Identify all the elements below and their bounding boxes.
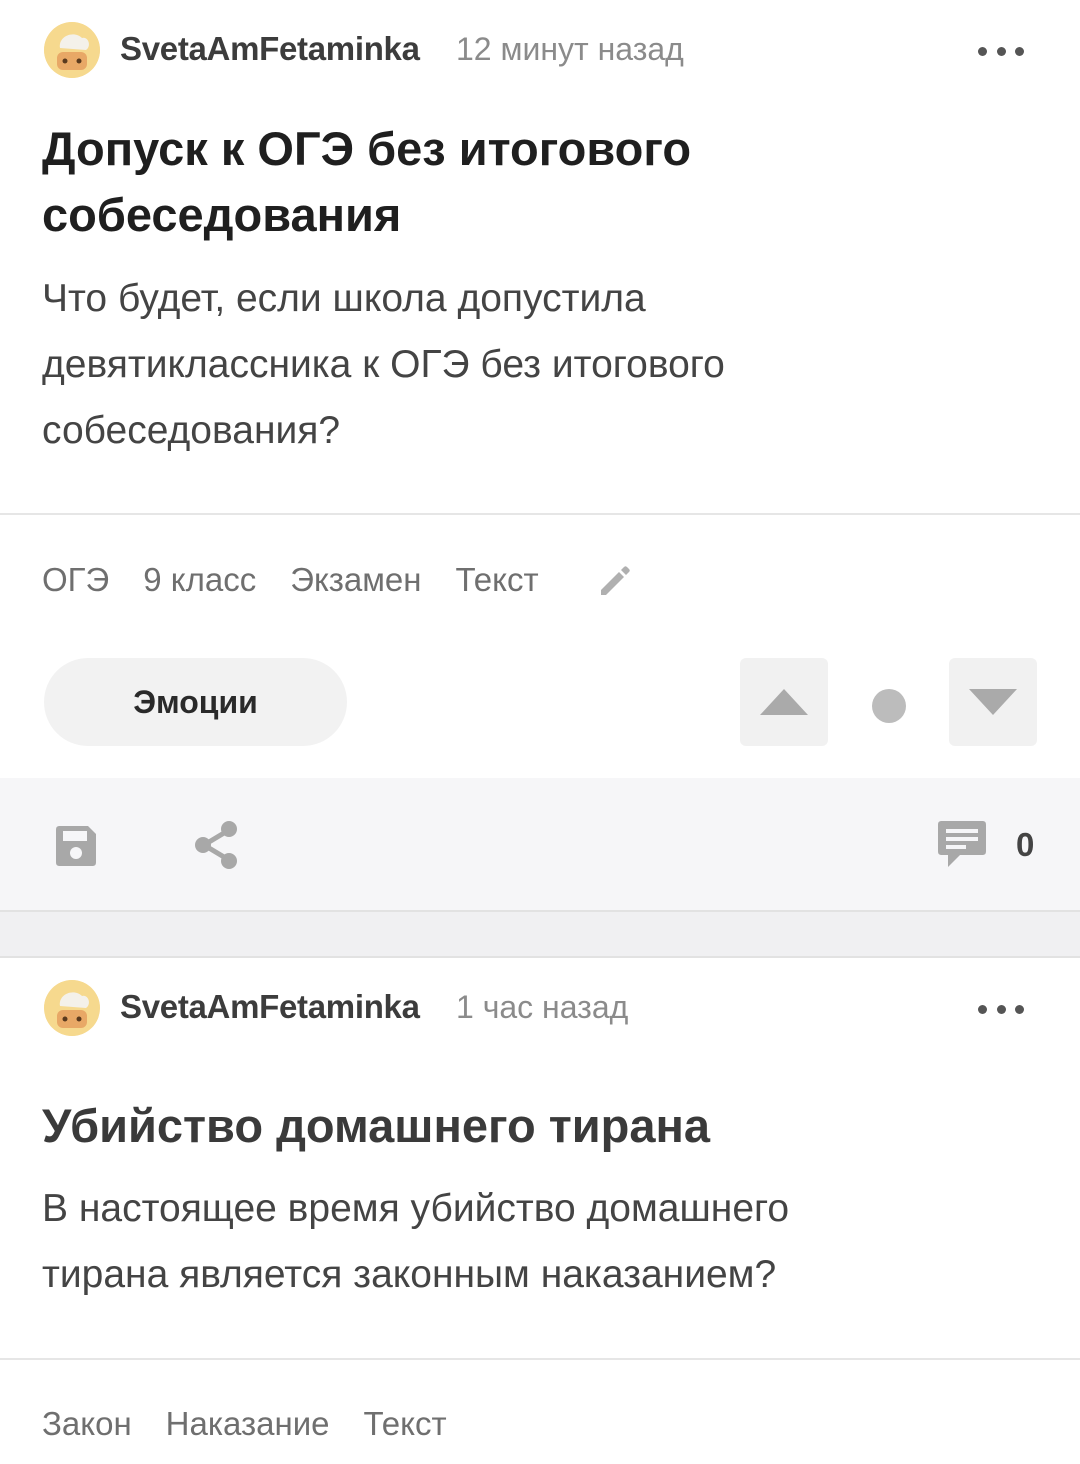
divider — [0, 1358, 1080, 1360]
save-icon[interactable] — [52, 822, 100, 870]
tag[interactable]: Закон — [42, 1405, 132, 1443]
feed-separator — [0, 912, 1080, 958]
tag[interactable]: Экзамен — [290, 561, 421, 599]
post-text-line: тирана является законным наказанием? — [42, 1253, 777, 1296]
post-title-line: Допуск к ОГЭ без итогового — [42, 122, 692, 175]
more-icon[interactable] — [978, 38, 1024, 64]
post-title-line: собеседования — [42, 188, 402, 241]
rating-indicator — [872, 689, 906, 723]
post-card: SvetaAmFetaminka 1 час назад Убийство до… — [0, 958, 1080, 1464]
post-text: В настоящее время убийство домашнего тир… — [42, 1176, 1032, 1308]
divider — [0, 513, 1080, 515]
post-text: Что будет, если школа допустила девятикл… — [42, 266, 1032, 464]
more-icon[interactable] — [978, 996, 1024, 1022]
tag[interactable]: ОГЭ — [42, 561, 109, 599]
post-title[interactable]: Убийство домашнего тирана — [42, 1093, 1022, 1159]
comments-icon[interactable] — [936, 819, 988, 869]
emotions-button[interactable]: Эмоции — [44, 658, 347, 746]
share-icon[interactable] — [192, 820, 240, 870]
tag-list: Закон Наказание Текст — [42, 1405, 447, 1443]
avatar[interactable] — [44, 22, 100, 78]
post-text-line: В настоящее время убийство домашнего — [42, 1187, 790, 1230]
tag[interactable]: Наказание — [166, 1405, 330, 1443]
post-time: 1 час назад — [456, 989, 629, 1025]
tag-list: ОГЭ 9 класс Экзамен Текст — [42, 560, 635, 600]
downvote-button[interactable] — [949, 658, 1037, 746]
post-text-line: Что будет, если школа допустила — [42, 277, 646, 320]
arrow-up-icon — [760, 689, 808, 715]
arrow-down-icon — [969, 689, 1017, 715]
post-title[interactable]: Допуск к ОГЭ без итогового собеседования — [42, 116, 1022, 248]
post-text-line: девятиклассника к ОГЭ без итогового — [42, 343, 725, 386]
post-header: SvetaAmFetaminka 1 час назад — [0, 958, 1080, 1058]
author-name[interactable]: SvetaAmFetaminka — [120, 988, 420, 1026]
post-card: SvetaAmFetaminka 12 минут назад Допуск к… — [0, 0, 1080, 912]
avatar[interactable] — [44, 980, 100, 1036]
upvote-button[interactable] — [740, 658, 828, 746]
post-header: SvetaAmFetaminka 12 минут назад — [0, 0, 1080, 100]
tag[interactable]: Текст — [364, 1405, 447, 1443]
tag[interactable]: 9 класс — [143, 561, 256, 599]
comments-count[interactable]: 0 — [1016, 826, 1034, 864]
post-text-line: собеседования? — [42, 409, 341, 452]
author-name[interactable]: SvetaAmFetaminka — [120, 30, 420, 68]
tag[interactable]: Текст — [456, 561, 539, 599]
edit-icon[interactable] — [595, 560, 635, 600]
post-time: 12 минут назад — [456, 31, 684, 67]
post-title-line: Убийство домашнего тирана — [42, 1099, 711, 1152]
post-action-bar: 0 — [0, 778, 1080, 912]
